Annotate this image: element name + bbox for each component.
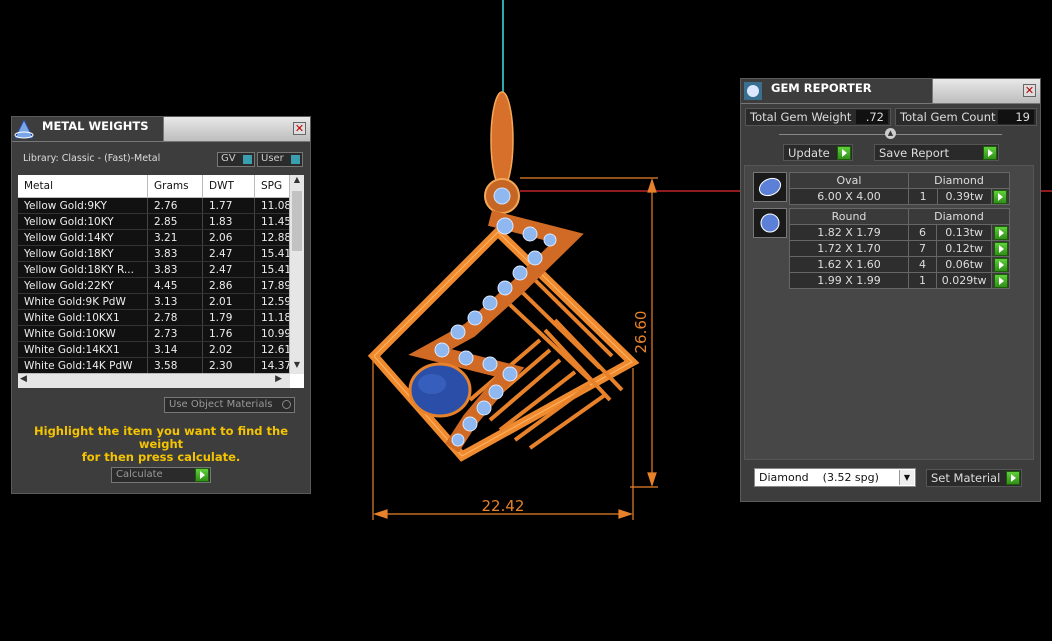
gv-label: GV (221, 153, 236, 164)
gem-row[interactable]: 6.00 X 4.00 1 0.39tw (789, 188, 1011, 205)
table-row[interactable]: White Gold:14KX1 3.14 2.02 12.61 (18, 341, 299, 358)
gem-reporter-titlebar[interactable]: GEM REPORTER ✕ (741, 79, 1040, 104)
dimension-height-label: 26.60 (632, 311, 650, 354)
save-report-button[interactable]: Save Report (874, 144, 999, 161)
collapse-icon[interactable]: ▲ (885, 128, 896, 139)
gem-reporter-app-icon (741, 79, 765, 103)
calculate-button[interactable]: Calculate (111, 467, 211, 483)
close-icon[interactable]: ✕ (1023, 84, 1036, 97)
gem-row[interactable]: 1.62 X 1.60 4 0.06tw (789, 256, 1010, 273)
radio-icon (282, 400, 291, 409)
scroll-left-icon[interactable]: ◀ (20, 374, 27, 384)
oval-gem-thumbnail[interactable] (753, 172, 787, 202)
horizontal-scrollbar[interactable]: ◀ ▶ (18, 373, 290, 388)
table-row[interactable]: Yellow Gold:22KY 4.45 2.86 17.89 (18, 277, 299, 294)
user-label: User (261, 153, 284, 164)
table-row[interactable]: Yellow Gold:18KY R... 3.83 2.47 15.41 (18, 261, 299, 278)
table-row[interactable]: White Gold:14K PdW 3.58 2.30 14.37 (18, 357, 299, 374)
total-gem-weight-field: Total Gem Weight .72 (745, 108, 891, 126)
chevron-down-icon[interactable]: ▼ (899, 470, 914, 485)
scroll-thumb[interactable] (292, 191, 302, 251)
oval-gem-group: Oval Diamond 6.00 X 4.00 1 0.39tw (789, 172, 1011, 205)
gv-indicator-icon (243, 155, 252, 164)
pendant-frame (367, 225, 640, 462)
metal-weights-app-icon (12, 117, 36, 141)
play-icon (195, 468, 209, 482)
select-gem-icon[interactable] (993, 189, 1008, 204)
play-icon (1006, 471, 1020, 485)
use-object-materials-checkbox[interactable]: Use Object Materials (164, 397, 295, 413)
table-row[interactable]: Yellow Gold:9KY 2.76 1.77 11.08 (18, 197, 299, 214)
gem-shape-label: Oval (789, 172, 909, 189)
metal-weights-title: METAL WEIGHTS (36, 117, 164, 141)
total-gem-count-field: Total Gem Count 19 (895, 108, 1037, 126)
dimension-width-label: 22.42 (482, 497, 525, 515)
material-select[interactable]: Diamond (3.52 spg) ▼ (754, 468, 916, 487)
metal-weights-panel: METAL WEIGHTS ✕ Library: Classic - (Fast… (11, 116, 311, 494)
gem-shape-label: Round (789, 208, 909, 225)
column-header-metal[interactable]: Metal (18, 175, 148, 198)
gem-material-label: Diamond (908, 208, 1010, 225)
round-gem-group: Round Diamond 1.82 X 1.79 6 0.13tw 1.72 … (789, 208, 1010, 289)
vertical-scrollbar[interactable]: ▲ ▼ (289, 175, 304, 374)
play-icon (837, 146, 851, 160)
gem-row[interactable]: 1.82 X 1.79 6 0.13tw (789, 224, 1010, 241)
gv-toggle[interactable]: GV (217, 152, 255, 167)
metal-weights-table[interactable]: Metal Grams DWT SPG Yellow Gold:9KY 2.76 1… (18, 175, 304, 388)
hint-text: Highlight the item you want to find the … (34, 424, 288, 464)
round-gem-thumbnail[interactable] (753, 208, 787, 238)
scroll-down-icon[interactable]: ▼ (290, 360, 304, 374)
select-gem-icon[interactable] (993, 225, 1008, 240)
table-row[interactable]: Yellow Gold:14KY 3.21 2.06 12.88 (18, 229, 299, 246)
table-row[interactable]: White Gold:10KX1 2.78 1.79 11.18 (18, 309, 299, 326)
select-gem-icon[interactable] (993, 273, 1008, 288)
pendant-bail (490, 91, 514, 189)
gem-reporter-panel: GEM REPORTER ✕ Total Gem Weight .72 Tota… (740, 78, 1041, 502)
set-material-button[interactable]: Set Material (926, 469, 1022, 487)
update-button[interactable]: Update (783, 144, 853, 161)
table-row[interactable]: Yellow Gold:10KY 2.85 1.83 11.45 (18, 213, 299, 230)
gem-material-label: Diamond (908, 172, 1010, 189)
gem-row[interactable]: 1.72 X 1.70 7 0.12tw (789, 240, 1010, 257)
gem-row[interactable]: 1.99 X 1.99 1 0.029tw (789, 272, 1010, 289)
library-label: Library: Classic - (Fast)-Metal (23, 153, 161, 164)
close-icon[interactable]: ✕ (293, 122, 306, 135)
gem-list-area[interactable]: Oval Diamond 6.00 X 4.00 1 0.39tw Round … (744, 165, 1034, 460)
gem-reporter-title: GEM REPORTER (765, 79, 933, 103)
table-row[interactable]: White Gold:10KW 2.73 1.76 10.99 (18, 325, 299, 342)
scroll-up-icon[interactable]: ▲ (290, 175, 304, 189)
table-row[interactable]: White Gold:9K PdW 3.13 2.01 12.59 (18, 293, 299, 310)
column-header-dwt[interactable]: DWT (202, 175, 255, 198)
table-header-row: Metal Grams DWT SPG (18, 175, 299, 198)
column-header-grams[interactable]: Grams (147, 175, 203, 198)
pendant-model[interactable] (367, 91, 640, 462)
select-gem-icon[interactable] (993, 257, 1008, 272)
table-row[interactable]: Yellow Gold:18KY 3.83 2.47 15.41 (18, 245, 299, 262)
select-gem-icon[interactable] (993, 241, 1008, 256)
metal-weights-titlebar[interactable]: METAL WEIGHTS ✕ (12, 117, 310, 142)
scroll-right-icon[interactable]: ▶ (275, 374, 282, 384)
play-icon (983, 146, 997, 160)
user-indicator-icon (291, 155, 300, 164)
user-toggle[interactable]: User (257, 152, 303, 167)
